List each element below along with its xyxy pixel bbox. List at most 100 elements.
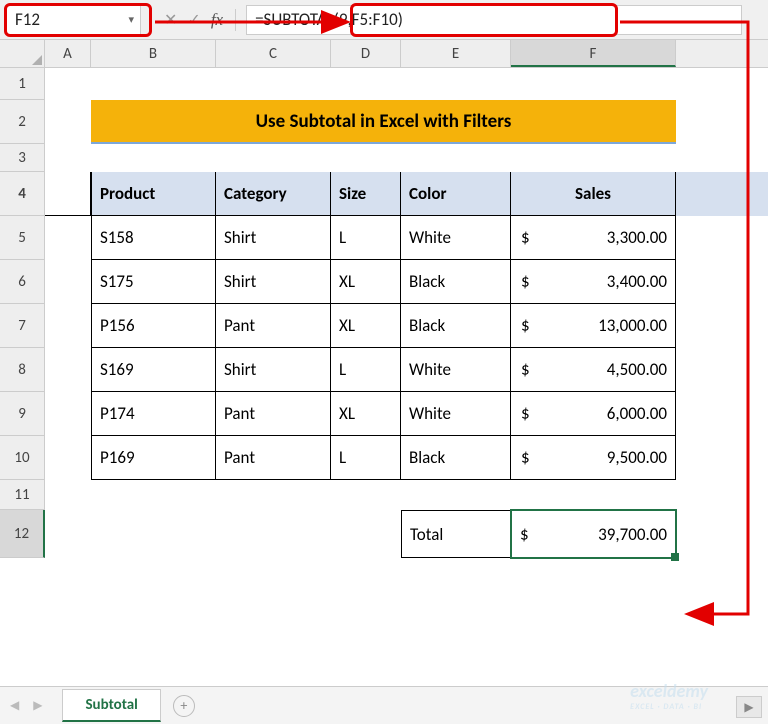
table-row: 10 P169PantLBlack$9,500.00 bbox=[0, 436, 768, 480]
cell[interactable] bbox=[45, 100, 91, 144]
watermark-sub: EXCEL · DATA · BI bbox=[630, 702, 708, 712]
cell-size[interactable]: XL bbox=[331, 392, 401, 436]
cell-product[interactable]: P156 bbox=[91, 304, 216, 348]
table-row: 8 S169ShirtLWhite$4,500.00 bbox=[0, 348, 768, 392]
scroll-right-button[interactable]: ▶ bbox=[736, 696, 762, 718]
cell-sales[interactable]: $4,500.00 bbox=[511, 348, 676, 392]
nav-prev-icon[interactable]: ◀ bbox=[10, 698, 19, 713]
row-header[interactable]: 10 bbox=[0, 436, 45, 480]
sheet-tab-subtotal[interactable]: Subtotal bbox=[62, 689, 160, 722]
cell-product[interactable]: S158 bbox=[91, 216, 216, 260]
cell[interactable] bbox=[45, 172, 91, 216]
header-size[interactable]: Size bbox=[331, 172, 401, 216]
cell-category[interactable]: Shirt bbox=[216, 348, 331, 392]
cell[interactable] bbox=[45, 304, 91, 348]
header-color[interactable]: Color bbox=[401, 172, 511, 216]
cell[interactable] bbox=[331, 510, 401, 558]
fx-icon[interactable]: fx bbox=[211, 10, 223, 30]
cell-category[interactable]: Pant bbox=[216, 392, 331, 436]
cell[interactable] bbox=[45, 436, 91, 480]
cell-sales[interactable]: $13,000.00 bbox=[511, 304, 676, 348]
header-category[interactable]: Category bbox=[216, 172, 331, 216]
row-header-11[interactable]: 11 bbox=[0, 480, 45, 510]
cell-sales[interactable]: $3,300.00 bbox=[511, 216, 676, 260]
row-header-12[interactable]: 12 bbox=[0, 510, 45, 558]
select-all-triangle[interactable] bbox=[0, 40, 45, 68]
cell-size[interactable]: L bbox=[331, 216, 401, 260]
total-value-cell[interactable]: $ 39,700.00 bbox=[511, 510, 676, 558]
nav-next-icon[interactable]: ▶ bbox=[33, 698, 42, 713]
row-header-2[interactable]: 2 bbox=[0, 100, 45, 144]
table-row: 7 P156PantXLBlack$13,000.00 bbox=[0, 304, 768, 348]
cell[interactable] bbox=[45, 260, 91, 304]
fill-handle[interactable] bbox=[671, 553, 679, 561]
total-amount: 39,700.00 bbox=[598, 524, 667, 545]
cell-size[interactable]: L bbox=[331, 436, 401, 480]
watermark: exceldemy EXCEL · DATA · BI bbox=[630, 680, 708, 712]
sales-amount: 4,500.00 bbox=[607, 359, 667, 380]
cell-category[interactable]: Shirt bbox=[216, 260, 331, 304]
cell-color[interactable]: Black bbox=[401, 436, 511, 480]
cell-sales[interactable]: $3,400.00 bbox=[511, 260, 676, 304]
chevron-down-icon[interactable]: ▾ bbox=[128, 13, 134, 26]
cell-category[interactable]: Pant bbox=[216, 436, 331, 480]
cell-sales[interactable]: $6,000.00 bbox=[511, 392, 676, 436]
cell[interactable] bbox=[45, 392, 91, 436]
col-header-f[interactable]: F bbox=[511, 40, 676, 67]
sheet-nav-arrows: ◀ ▶ bbox=[10, 698, 42, 713]
cell-color[interactable]: Black bbox=[401, 304, 511, 348]
cell-product[interactable]: S175 bbox=[91, 260, 216, 304]
row-header-4[interactable]: 4 bbox=[0, 172, 45, 216]
cell[interactable] bbox=[91, 68, 676, 100]
sales-amount: 9,500.00 bbox=[607, 447, 667, 468]
cell-color[interactable]: White bbox=[401, 348, 511, 392]
currency-symbol: $ bbox=[520, 524, 529, 545]
cell[interactable] bbox=[45, 216, 91, 260]
add-sheet-button[interactable]: + bbox=[173, 695, 195, 717]
sales-amount: 6,000.00 bbox=[607, 403, 667, 424]
row-header[interactable]: 9 bbox=[0, 392, 45, 436]
cell-product[interactable]: P169 bbox=[91, 436, 216, 480]
cell-size[interactable]: XL bbox=[331, 260, 401, 304]
cell-color[interactable]: White bbox=[401, 392, 511, 436]
row-12: 12 Total $ 39,700.00 bbox=[0, 510, 768, 558]
cell[interactable] bbox=[91, 510, 216, 558]
cell[interactable] bbox=[45, 348, 91, 392]
col-header-a[interactable]: A bbox=[45, 40, 91, 67]
header-sales[interactable]: Sales bbox=[511, 172, 676, 216]
formula-input[interactable]: =SUBTOTAL(9,F5:F10) bbox=[246, 5, 742, 35]
col-header-c[interactable]: C bbox=[216, 40, 331, 67]
cell-sales[interactable]: $9,500.00 bbox=[511, 436, 676, 480]
row-header[interactable]: 6 bbox=[0, 260, 45, 304]
total-label-cell[interactable]: Total bbox=[401, 510, 511, 558]
cell-category[interactable]: Pant bbox=[216, 304, 331, 348]
accept-icon[interactable]: ✓ bbox=[187, 10, 200, 30]
name-box[interactable]: F12 ▾ bbox=[6, 5, 141, 35]
row-header[interactable]: 7 bbox=[0, 304, 45, 348]
row-1: 1 bbox=[0, 68, 768, 100]
cell-category[interactable]: Shirt bbox=[216, 216, 331, 260]
col-header-e[interactable]: E bbox=[401, 40, 511, 67]
row-header[interactable]: 8 bbox=[0, 348, 45, 392]
col-header-b[interactable]: B bbox=[91, 40, 216, 67]
cell-color[interactable]: Black bbox=[401, 260, 511, 304]
col-header-d[interactable]: D bbox=[331, 40, 401, 67]
table-row: 9 P174PantXLWhite$6,000.00 bbox=[0, 392, 768, 436]
row-header-1[interactable]: 1 bbox=[0, 68, 45, 100]
rows-area: 1 2 Use Subtotal in Excel with Filters 3… bbox=[0, 68, 768, 558]
cell[interactable] bbox=[45, 144, 91, 172]
cell-size[interactable]: L bbox=[331, 348, 401, 392]
cell[interactable] bbox=[45, 480, 91, 510]
row-header[interactable]: 5 bbox=[0, 216, 45, 260]
cell[interactable] bbox=[216, 510, 331, 558]
cell-product[interactable]: S169 bbox=[91, 348, 216, 392]
cell-color[interactable]: White bbox=[401, 216, 511, 260]
cell-product[interactable]: P174 bbox=[91, 392, 216, 436]
cancel-icon[interactable]: ✕ bbox=[164, 10, 177, 30]
row-header-3[interactable]: 3 bbox=[0, 144, 45, 172]
currency-symbol: $ bbox=[519, 315, 530, 336]
cell-size[interactable]: XL bbox=[331, 304, 401, 348]
header-product[interactable]: Product bbox=[91, 172, 216, 216]
cell[interactable] bbox=[45, 68, 91, 100]
cell[interactable] bbox=[45, 510, 91, 558]
